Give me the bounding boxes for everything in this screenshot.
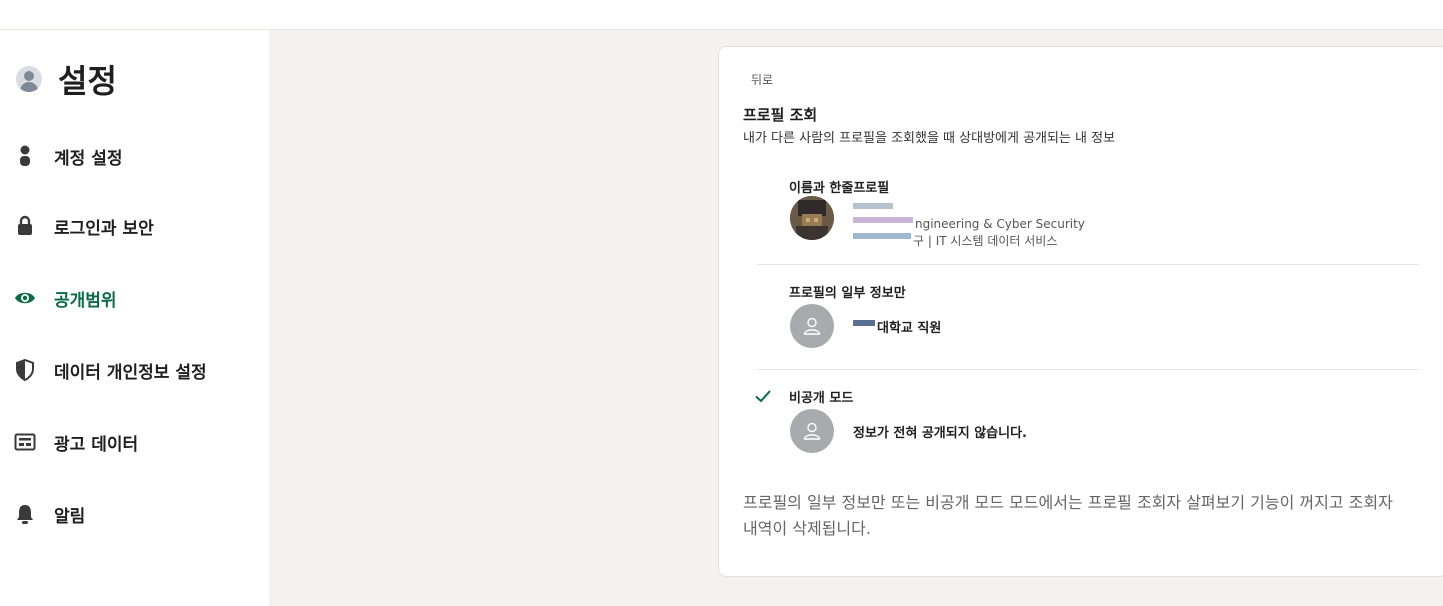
profile-view-settings-card: 뒤로 프로필 조회 내가 다른 사람의 프로필을 조회했을 때 상대방에게 공개…: [718, 46, 1443, 577]
divider: [757, 264, 1419, 265]
ad-icon: [14, 431, 36, 453]
top-bar: [0, 0, 1443, 30]
redacted-text: [853, 233, 911, 239]
headline-line-2: 구 | IT 시스템 데이터 서비스: [913, 234, 1058, 248]
page-title: 설정: [58, 62, 117, 100]
redacted-text: [853, 217, 913, 223]
avatar-placeholder: [790, 409, 834, 453]
option-preview-text: 대학교 직원: [877, 321, 942, 336]
avatar-placeholder: [790, 304, 834, 348]
section-description: 내가 다른 사람의 프로필을 조회했을 때 상대방에게 공개되는 내 정보: [743, 131, 1116, 146]
divider: [757, 369, 1419, 370]
headline-line-1: ngineering & Cyber Security: [915, 217, 1085, 231]
option-name-and-headline[interactable]: 이름과 한줄프로필 ngineering & Cyber Security 구 …: [757, 177, 1419, 257]
lock-icon: [14, 215, 36, 237]
option-private-mode[interactable]: 비공개 모드 정보가 전혀 공개되지 않습니다.: [755, 387, 1419, 467]
footnote-text: 프로필의 일부 정보만 또는 비공개 모드 모드에서는 프로필 조회자 살펴보기…: [743, 493, 1393, 538]
sidebar-item-label: 데이터 개인정보 설정: [54, 362, 207, 383]
bell-icon: [14, 503, 36, 525]
sidebar-item-label: 알림: [54, 506, 86, 527]
checkmark-icon: [755, 390, 771, 403]
sidebar-item-visibility[interactable]: 공개범위: [14, 282, 264, 314]
eye-icon: [14, 287, 36, 309]
sidebar-item-label: 공개범위: [54, 290, 117, 311]
section-title: 프로필 조회: [743, 106, 818, 124]
person-icon: [14, 145, 36, 167]
redacted-text: [853, 320, 875, 326]
sidebar-item-login-security[interactable]: 로그인과 보안: [14, 210, 264, 242]
sidebar-item-label: 계정 설정: [54, 148, 123, 169]
sidebar-item-account-settings[interactable]: 계정 설정: [14, 140, 264, 172]
sidebar-item-label: 광고 데이터: [54, 434, 139, 455]
option-label: 이름과 한줄프로필: [789, 181, 890, 196]
avatar[interactable]: [16, 66, 42, 92]
sidebar-item-label: 로그인과 보안: [54, 218, 154, 239]
profile-photo: [790, 196, 834, 240]
sidebar-item-ad-data[interactable]: 광고 데이터: [14, 426, 264, 458]
redacted-name: [853, 203, 893, 209]
option-label: 프로필의 일부 정보만: [789, 286, 906, 301]
settings-sidebar: 설정 계정 설정 로그인과 보안 공개범위 데이터 개인정보 설정 광고 데이터: [0, 30, 269, 606]
sidebar-header: 설정: [16, 56, 117, 102]
option-partial-info[interactable]: 프로필의 일부 정보만 대학교 직원: [757, 282, 1419, 362]
option-preview-text: 정보가 전혀 공개되지 않습니다.: [853, 426, 1027, 441]
sidebar-item-data-privacy[interactable]: 데이터 개인정보 설정: [14, 354, 264, 386]
sidebar-item-notifications[interactable]: 알림: [14, 498, 264, 530]
shield-icon: [14, 359, 36, 381]
back-link[interactable]: 뒤로: [751, 71, 773, 88]
option-label: 비공개 모드: [789, 391, 854, 406]
